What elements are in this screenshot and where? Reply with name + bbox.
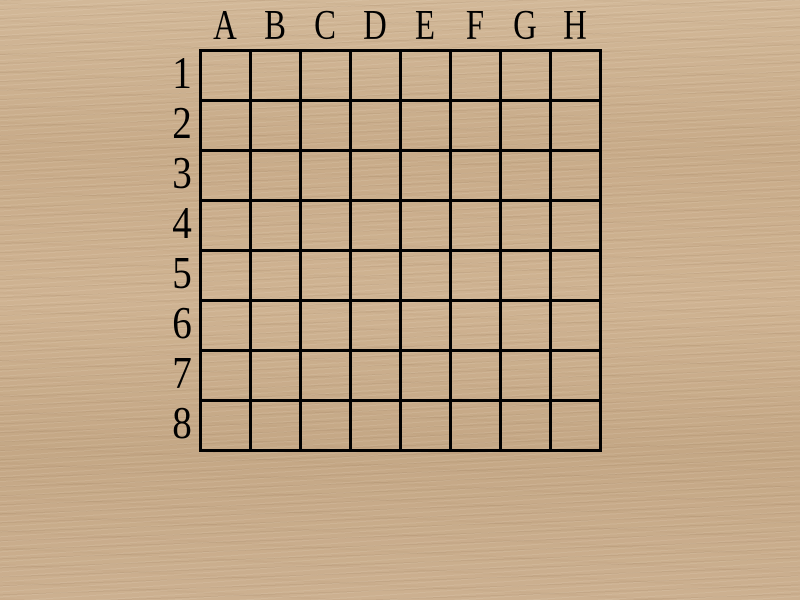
board-cell-c4[interactable]: [302, 202, 352, 252]
board-cell-e8[interactable]: [402, 402, 452, 452]
board-cell-h5[interactable]: [552, 252, 602, 302]
board-cell-e1[interactable]: [402, 52, 452, 102]
board-cell-d6[interactable]: [352, 302, 402, 352]
board-cell-c5[interactable]: [302, 252, 352, 302]
board-cell-d7[interactable]: [352, 352, 402, 402]
board-cell-d3[interactable]: [352, 152, 402, 202]
board-cell-b1[interactable]: [252, 52, 302, 102]
board-cell-c6[interactable]: [302, 302, 352, 352]
board-cell-b4[interactable]: [252, 202, 302, 252]
board-cell-a7[interactable]: [202, 352, 252, 402]
board-cell-a4[interactable]: [202, 202, 252, 252]
board-cell-g1[interactable]: [502, 52, 552, 102]
row-label-2: 2: [172, 97, 192, 148]
board-cell-f7[interactable]: [452, 352, 502, 402]
board-cell-f8[interactable]: [452, 402, 502, 452]
board-cell-a1[interactable]: [202, 52, 252, 102]
board-cell-e6[interactable]: [402, 302, 452, 352]
column-label-h: H: [563, 3, 587, 49]
board-cell-b6[interactable]: [252, 302, 302, 352]
board-cell-f1[interactable]: [452, 52, 502, 102]
board-cell-f5[interactable]: [452, 252, 502, 302]
board-cell-b2[interactable]: [252, 102, 302, 152]
board-cell-d2[interactable]: [352, 102, 402, 152]
board-cell-e3[interactable]: [402, 152, 452, 202]
row-label-5: 5: [172, 247, 192, 298]
board-cell-e2[interactable]: [402, 102, 452, 152]
column-label-c: C: [314, 3, 336, 49]
board-cell-b3[interactable]: [252, 152, 302, 202]
board-cell-a2[interactable]: [202, 102, 252, 152]
board-cell-g5[interactable]: [502, 252, 552, 302]
board-cell-a3[interactable]: [202, 152, 252, 202]
board-cell-e4[interactable]: [402, 202, 452, 252]
board-cell-h8[interactable]: [552, 402, 602, 452]
column-label-d: D: [363, 3, 387, 49]
row-label-8: 8: [172, 397, 192, 448]
board-cell-g7[interactable]: [502, 352, 552, 402]
board-cell-c2[interactable]: [302, 102, 352, 152]
board-cell-h2[interactable]: [552, 102, 602, 152]
board-cell-f4[interactable]: [452, 202, 502, 252]
board-cell-f2[interactable]: [452, 102, 502, 152]
board-cell-e5[interactable]: [402, 252, 452, 302]
board-cell-h4[interactable]: [552, 202, 602, 252]
board-cell-g8[interactable]: [502, 402, 552, 452]
column-label-a: A: [213, 3, 237, 49]
board-cell-e7[interactable]: [402, 352, 452, 402]
board-cell-d4[interactable]: [352, 202, 402, 252]
board-cell-f6[interactable]: [452, 302, 502, 352]
board-cell-d1[interactable]: [352, 52, 402, 102]
board-cell-g3[interactable]: [502, 152, 552, 202]
board-cell-g2[interactable]: [502, 102, 552, 152]
board-cell-g6[interactable]: [502, 302, 552, 352]
board-cell-a6[interactable]: [202, 302, 252, 352]
column-label-g: G: [513, 3, 537, 49]
board-cell-d8[interactable]: [352, 402, 402, 452]
board-cell-c3[interactable]: [302, 152, 352, 202]
board-cell-c8[interactable]: [302, 402, 352, 452]
board-cell-h1[interactable]: [552, 52, 602, 102]
row-label-1: 1: [172, 47, 192, 98]
board-grid: [199, 49, 602, 452]
board-cell-f3[interactable]: [452, 152, 502, 202]
row-label-3: 3: [172, 147, 192, 198]
board-cell-a5[interactable]: [202, 252, 252, 302]
board-cell-h6[interactable]: [552, 302, 602, 352]
board-cell-c1[interactable]: [302, 52, 352, 102]
column-label-f: F: [465, 3, 485, 49]
board-cell-h3[interactable]: [552, 152, 602, 202]
board-cell-c7[interactable]: [302, 352, 352, 402]
row-label-6: 6: [172, 297, 192, 348]
column-label-e: E: [414, 3, 436, 49]
board-cell-h7[interactable]: [552, 352, 602, 402]
game-board: ABCDEFGH 12345678: [0, 0, 800, 600]
row-label-4: 4: [172, 197, 192, 248]
board-cell-a8[interactable]: [202, 402, 252, 452]
board-cell-g4[interactable]: [502, 202, 552, 252]
board-cell-b7[interactable]: [252, 352, 302, 402]
board-cell-b8[interactable]: [252, 402, 302, 452]
board-cell-d5[interactable]: [352, 252, 402, 302]
row-label-7: 7: [172, 347, 192, 398]
column-label-b: B: [264, 3, 286, 49]
board-cell-b5[interactable]: [252, 252, 302, 302]
